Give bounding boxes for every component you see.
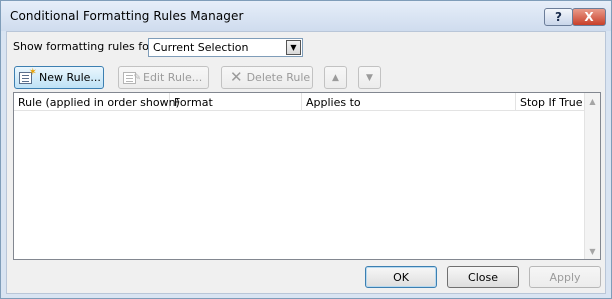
new-rule-label: New Rule... [39,71,101,84]
apply-button[interactable]: Apply [529,266,601,288]
title-bar: Conditional Formatting Rules Manager ? X [1,1,611,31]
edit-rule-button[interactable]: ✎ Edit Rule... [118,66,209,89]
new-rule-button[interactable]: ✶ New Rule... [14,66,104,89]
rules-table[interactable]: Rule (applied in order shown) Format App… [13,92,601,260]
window-title: Conditional Formatting Rules Manager [10,9,244,23]
rules-table-header: Rule (applied in order shown) Format App… [14,93,584,111]
edit-rule-icon: ✎ [123,71,141,85]
dialog-body: Show formatting rules for: Current Selec… [6,31,606,294]
show-rules-value: Current Selection [153,41,249,54]
edit-rule-label: Edit Rule... [143,71,203,84]
move-up-button[interactable]: ▲ [324,66,347,89]
ok-button[interactable]: OK [365,266,437,288]
delete-icon: ✕ [230,68,243,86]
window-close-button[interactable]: X [572,8,606,26]
column-header-rule[interactable]: Rule (applied in order shown) [14,93,180,111]
help-button[interactable]: ? [544,8,573,26]
new-rule-icon: ✶ [19,67,37,85]
column-header-applies-to[interactable]: Applies to [302,93,516,111]
close-button[interactable]: Close [447,266,519,288]
scroll-down-icon[interactable]: ▼ [585,243,600,259]
chevron-down-icon[interactable]: ▼ [286,40,301,55]
column-header-format[interactable]: Format [170,93,302,111]
delete-rule-button[interactable]: ✕ Delete Rule [221,66,313,89]
delete-rule-label: Delete Rule [246,71,311,84]
column-header-stop-if-true[interactable]: Stop If True [516,93,584,111]
show-rules-select[interactable]: Current Selection ▼ [148,38,303,57]
vertical-scrollbar[interactable]: ▲ ▼ [584,93,600,259]
conditional-formatting-dialog: Conditional Formatting Rules Manager ? X… [0,0,612,299]
scroll-up-icon[interactable]: ▲ [585,93,600,109]
arrow-up-icon: ▲ [332,72,339,83]
show-rules-label: Show formatting rules for: [13,40,157,53]
arrow-down-icon: ▼ [366,72,373,83]
move-down-button[interactable]: ▼ [358,66,381,89]
